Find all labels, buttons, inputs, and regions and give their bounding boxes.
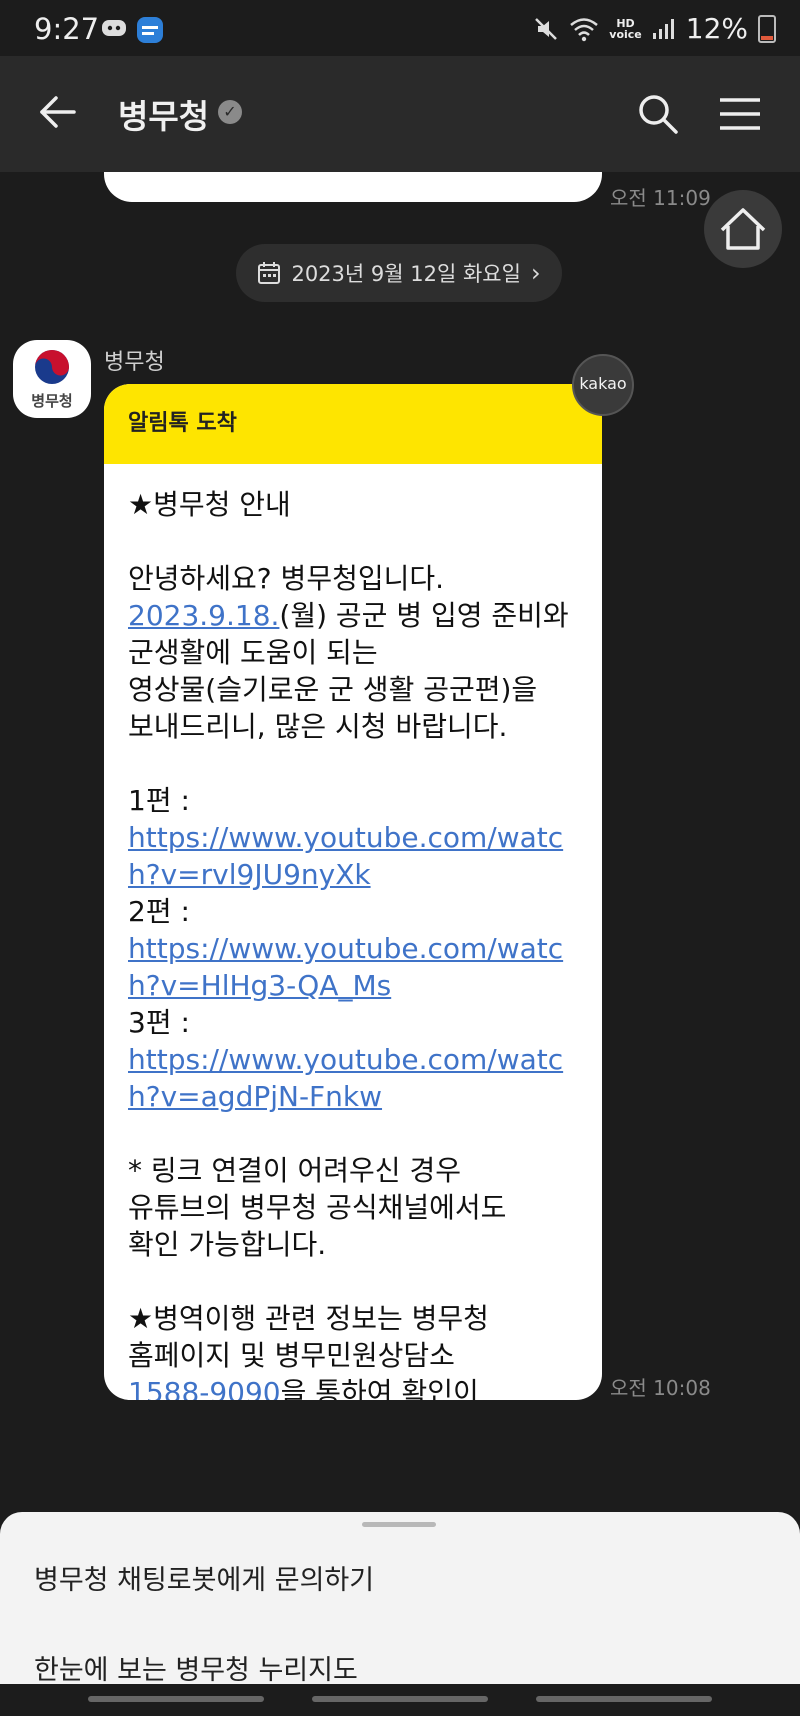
menu-item-chatbot[interactable]: 병무청 채팅로봇에게 문의하기 — [34, 1558, 374, 1597]
avatar-label: 병무청 — [31, 392, 73, 410]
battery-percent: 12% — [685, 12, 748, 45]
system-nav-bar — [0, 1684, 800, 1716]
status-bar: 9:27 HD voice 12% — [0, 0, 800, 56]
date-link[interactable]: 2023.9.18. — [128, 599, 279, 632]
episode-1-link[interactable]: https://www.youtube.com/watch?v=rvl9JU9n… — [128, 821, 563, 891]
chevron-right-icon: › — [530, 259, 541, 287]
home-button[interactable] — [704, 190, 782, 268]
nav-home-button[interactable] — [312, 1696, 488, 1702]
status-left-icons — [100, 16, 164, 44]
page-title: 병무청 — [118, 97, 210, 136]
episode-3-label: 3편 : — [128, 1006, 190, 1039]
status-time: 9:27 — [34, 12, 100, 46]
discord-icon — [102, 20, 126, 36]
kakao-badge: kakao — [572, 354, 634, 416]
back-arrow-icon[interactable] — [38, 92, 78, 132]
message-time: 오전 10:08 — [610, 1376, 711, 1400]
episode-2-label: 2편 : — [128, 895, 190, 928]
home-icon — [720, 208, 766, 250]
date-divider[interactable]: 2023년 9월 12일 화요일 › — [236, 244, 562, 302]
phone-link[interactable]: 1588-9090 — [128, 1376, 281, 1400]
nav-back-button[interactable] — [536, 1696, 712, 1702]
previous-message-bubble[interactable] — [104, 172, 602, 202]
sender-name: 병무청 — [104, 350, 165, 375]
message-title: ★병무청 안내 — [128, 488, 291, 521]
message-body: ★병무청 안내 안녕하세요? 병무청입니다. 2023.9.18.(월) 공군 … — [104, 464, 602, 1400]
verified-badge-icon: ✓ — [218, 100, 242, 124]
episode-2-link[interactable]: https://www.youtube.com/watch?v=HlHg3-QA… — [128, 932, 563, 1002]
menu-item-map[interactable]: 한눈에 보는 병무청 누리지도 — [34, 1648, 358, 1684]
search-icon[interactable] — [636, 92, 680, 136]
message-bubble[interactable]: 알림톡 도착 ★병무청 안내 안녕하세요? 병무청입니다. 2023.9.18.… — [104, 384, 602, 1400]
taegeuk-logo-icon — [35, 350, 69, 384]
episode-3-link[interactable]: https://www.youtube.com/watch?v=agdPjN-F… — [128, 1043, 563, 1113]
battery-icon — [758, 14, 776, 43]
app-badge-icon — [137, 17, 163, 43]
calendar-icon — [258, 262, 281, 284]
avatar[interactable]: 병무청 — [13, 340, 91, 418]
message-time: 오전 11:09 — [610, 186, 711, 210]
hd-voice-indicator: HD voice — [609, 16, 642, 41]
episode-1-label: 1편 : — [128, 784, 190, 817]
hamburger-menu-icon[interactable] — [718, 96, 762, 132]
bottom-menu-sheet[interactable]: 병무청 채팅로봇에게 문의하기 한눈에 보는 병무청 누리지도 — [0, 1512, 800, 1684]
mute-icon — [535, 17, 558, 40]
chat-area[interactable]: 오전 11:09 2023년 9월 12일 화요일 › 병무청 병무청 kaka… — [0, 172, 800, 1512]
message-header: 알림톡 도착 — [104, 384, 602, 464]
chat-header: 병무청 ✓ — [0, 56, 800, 172]
message-info: ★병역이행 관련 정보는 병무청 홈페이지 및 병무민원상담소 — [128, 1302, 489, 1372]
nav-recents-button[interactable] — [88, 1696, 264, 1702]
date-text: 2023년 9월 12일 화요일 — [291, 262, 521, 286]
signal-icon — [652, 18, 674, 39]
sheet-drag-handle[interactable] — [362, 1522, 436, 1527]
status-right: HD voice 12% — [533, 12, 776, 45]
message-note: * 링크 연결이 어려우신 경우 유튜브의 병무청 공식채널에서도 확인 가능합… — [128, 1154, 507, 1261]
message-greeting: 안녕하세요? 병무청입니다. — [128, 562, 445, 595]
wifi-icon — [570, 17, 599, 41]
